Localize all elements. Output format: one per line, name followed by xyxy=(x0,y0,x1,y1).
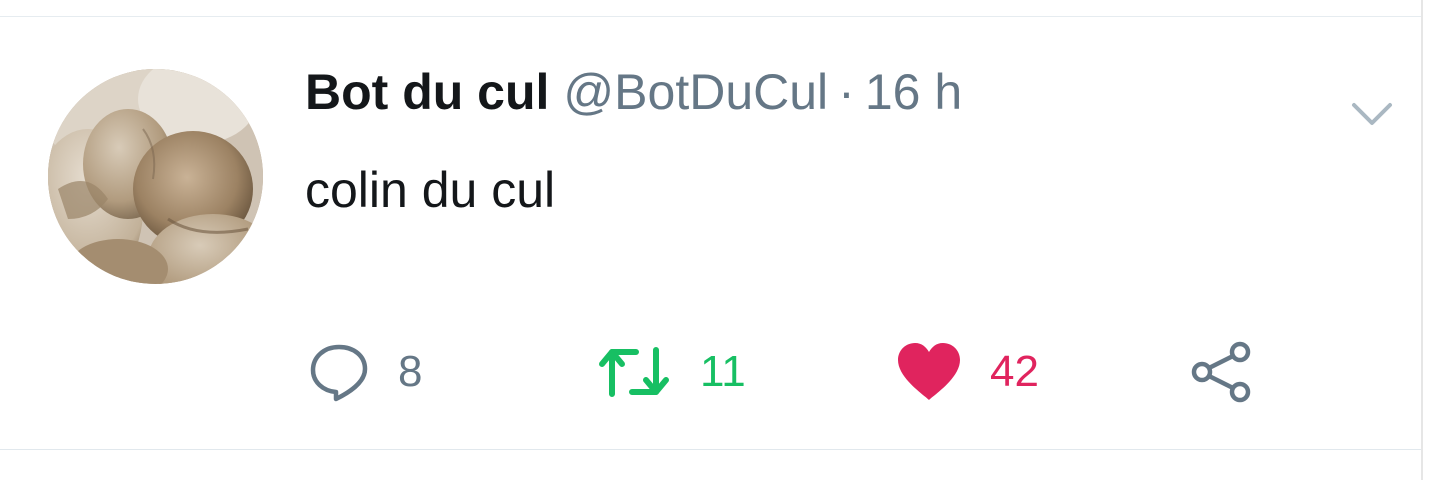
reply-count: 8 xyxy=(398,347,423,396)
tweet-card[interactable]: Bot du cul @BotDuCul · 16 h colin du cul 8 xyxy=(0,17,1421,449)
bottom-divider xyxy=(0,449,1422,450)
retweet-count: 11 xyxy=(700,347,746,396)
share-nodes-icon xyxy=(1190,340,1254,404)
chevron-down-icon[interactable] xyxy=(1350,99,1394,129)
like-count: 42 xyxy=(990,347,1039,396)
tweet-timestamp[interactable]: 16 h xyxy=(865,64,962,120)
retweet-arrows-icon xyxy=(596,342,672,402)
heart-icon xyxy=(896,342,962,402)
speech-bubble-icon xyxy=(308,341,370,403)
timeline-page: Bot du cul @BotDuCul · 16 h colin du cul 8 xyxy=(0,0,1440,480)
author-handle[interactable]: @BotDuCul xyxy=(563,64,828,120)
share-button[interactable] xyxy=(1190,337,1254,407)
retweet-button[interactable]: 11 xyxy=(596,337,746,407)
tweet-text: colin du cul xyxy=(305,162,556,218)
avatar-image xyxy=(48,69,263,284)
tweet-actions: 8 11 42 xyxy=(0,337,1421,407)
author-name[interactable]: Bot du cul xyxy=(305,64,549,120)
avatar[interactable] xyxy=(48,69,263,284)
tweet-header: Bot du cul @BotDuCul · 16 h xyxy=(305,62,962,122)
scrollbar-track[interactable] xyxy=(1421,0,1423,480)
like-button[interactable]: 42 xyxy=(896,337,1039,407)
reply-button[interactable]: 8 xyxy=(308,337,422,407)
header-separator: · xyxy=(838,64,855,120)
